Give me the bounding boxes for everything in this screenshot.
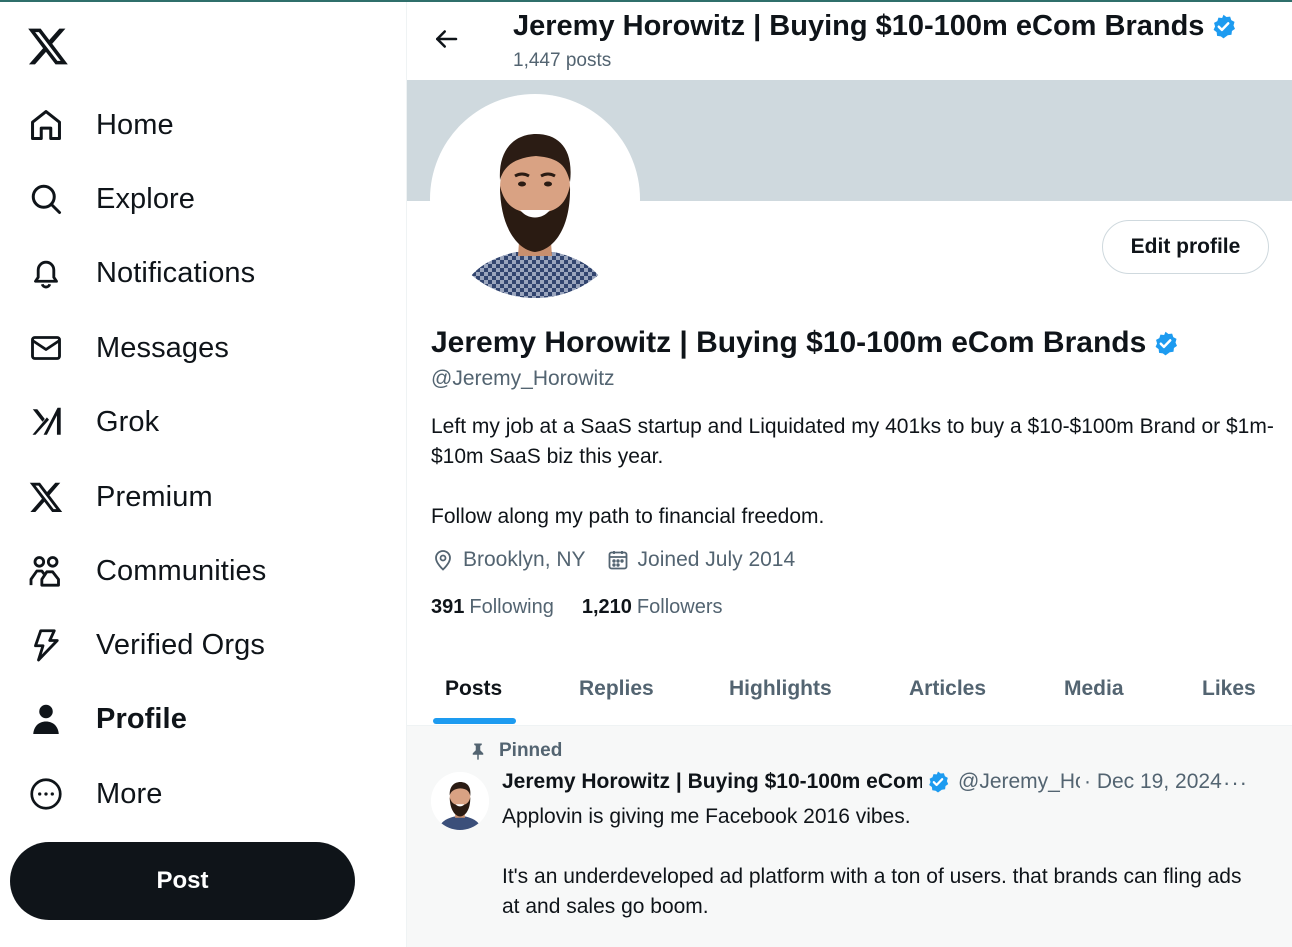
- sidebar-item-label: Explore: [96, 182, 196, 215]
- followers-label: Followers: [636, 596, 723, 618]
- location-pin-icon: [435, 550, 451, 571]
- active-tab-indicator: [433, 718, 516, 724]
- edit-profile-button[interactable]: Edit profile: [1102, 220, 1269, 274]
- sidebar-item-label: More: [96, 777, 163, 810]
- tweet-date[interactable]: · Dec 19, 2024: [1084, 770, 1222, 794]
- sidebar-item-label: Verified Orgs: [96, 628, 265, 661]
- people-icon: [26, 551, 66, 591]
- sidebar-item-label: Grok: [96, 405, 160, 438]
- avatar[interactable]: [436, 100, 634, 298]
- search-icon: [26, 179, 66, 219]
- lightning-icon: [26, 625, 66, 665]
- tab-likes[interactable]: Likes: [1202, 652, 1256, 726]
- header-title: Jeremy Horowitz | Buying $10-100m eCom B…: [513, 10, 1237, 43]
- following-label: Following: [469, 596, 554, 618]
- back-arrow-icon[interactable]: [431, 24, 461, 54]
- profile-name: Jeremy Horowitz | Buying $10-100m eCom B…: [431, 326, 1179, 360]
- sidebar-item-messages[interactable]: Messages: [26, 323, 229, 373]
- tweet-author-name[interactable]: Jeremy Horowitz | Buying $10-100m eCom B…: [502, 770, 922, 794]
- profile-handle: @Jeremy_Horowitz: [431, 367, 615, 390]
- sidebar-item-communities[interactable]: Communities: [26, 546, 266, 596]
- sidebar-item-label: Notifications: [96, 256, 256, 289]
- tab-posts[interactable]: Posts: [445, 652, 502, 726]
- verified-badge-icon[interactable]: [1152, 330, 1179, 357]
- tab-replies[interactable]: Replies: [579, 652, 654, 726]
- profile-display-name: Jeremy Horowitz | Buying $10-100m eCom B…: [431, 326, 1147, 359]
- x-logo-icon: [26, 477, 66, 517]
- bell-icon: [26, 253, 66, 293]
- person-icon: [26, 699, 66, 739]
- verified-badge-icon: [926, 770, 950, 794]
- sidebar-item-home[interactable]: Home: [26, 100, 174, 150]
- sidebar-item-label: Messages: [96, 331, 229, 364]
- join-date: Joined July 2014: [606, 548, 796, 572]
- following-count: 391: [431, 596, 465, 618]
- sidebar-item-premium[interactable]: Premium: [26, 472, 213, 522]
- sidebar-item-profile[interactable]: Profile: [26, 694, 187, 744]
- tweet-paragraph: Applovin is giving me Facebook 2016 vibe…: [502, 805, 911, 828]
- header-post-count: 1,447 posts: [513, 50, 612, 71]
- pinned-text: Pinned: [499, 740, 563, 761]
- sidebar-item-grok[interactable]: Grok: [26, 397, 159, 447]
- sidebar-item-label: Premium: [96, 480, 213, 513]
- location: Brooklyn, NY: [431, 548, 586, 572]
- profile-tabs: Posts Replies Highlights Articles Media …: [407, 652, 1292, 726]
- profile-main: Jeremy Horowitz | Buying $10-100m eCom B…: [406, 2, 1292, 947]
- sidebar-nav: Home Explore Notifications Messages Grok…: [0, 2, 406, 947]
- tab-articles[interactable]: Articles: [909, 652, 986, 726]
- verified-badge-icon: [1210, 13, 1237, 40]
- followers-count: 1,210: [581, 596, 632, 618]
- sidebar-item-more[interactable]: More: [26, 769, 162, 819]
- bio-text: Follow along my path to financial freedo…: [431, 505, 825, 528]
- tweet-author-handle[interactable]: @Jeremy_Horowitz: [958, 770, 1080, 794]
- pinned-label: Pinned: [469, 740, 562, 762]
- tweet-paragraph: It's an underdeveloped ad platform with …: [502, 865, 1242, 918]
- post-button[interactable]: Post: [10, 842, 355, 920]
- grok-icon: [26, 402, 66, 442]
- sidebar-item-label: Home: [96, 108, 174, 141]
- sidebar-item-notifications[interactable]: Notifications: [26, 248, 255, 298]
- tweet-more-icon[interactable]: ···: [1223, 770, 1248, 796]
- tab-highlights[interactable]: Highlights: [729, 652, 832, 726]
- sidebar-item-verified-orgs[interactable]: Verified Orgs: [26, 620, 265, 670]
- more-circle-icon: [26, 774, 66, 814]
- sidebar-item-label: Profile: [96, 702, 187, 735]
- tweet-header: Jeremy Horowitz | Buying $10-100m eCom B…: [502, 770, 1272, 796]
- envelope-icon: [26, 328, 66, 368]
- follow-stats: 391 Following 1,210 Followers: [431, 596, 751, 619]
- bio-text: Left my job at a SaaS startup and Liquid…: [431, 415, 1274, 468]
- header-name: Jeremy Horowitz | Buying $10-100m eCom B…: [513, 10, 1205, 42]
- home-icon: [26, 105, 66, 145]
- join-date-text: Joined July 2014: [637, 548, 796, 571]
- profile-meta: Brooklyn, NY Joined July 2014: [431, 548, 815, 572]
- followers-link[interactable]: 1,210 Followers: [582, 596, 723, 619]
- following-link[interactable]: 391 Following: [431, 596, 554, 619]
- profile-bio: Left my job at a SaaS startup and Liquid…: [431, 412, 1281, 532]
- sidebar-item-explore[interactable]: Explore: [26, 174, 195, 224]
- sidebar-item-label: Communities: [96, 554, 267, 587]
- tweet-text: Applovin is giving me Facebook 2016 vibe…: [502, 802, 1262, 922]
- location-text: Brooklyn, NY: [463, 548, 586, 571]
- pinned-tweet[interactable]: Pinned Jeremy Horowitz | Buying $10-100m…: [407, 726, 1292, 947]
- tab-media[interactable]: Media: [1064, 652, 1124, 726]
- x-logo-icon[interactable]: [26, 24, 70, 68]
- profile-header: Jeremy Horowitz | Buying $10-100m eCom B…: [407, 2, 1292, 80]
- pin-icon: [472, 743, 484, 760]
- tweet-avatar[interactable]: [431, 772, 489, 830]
- calendar-icon: [608, 551, 627, 570]
